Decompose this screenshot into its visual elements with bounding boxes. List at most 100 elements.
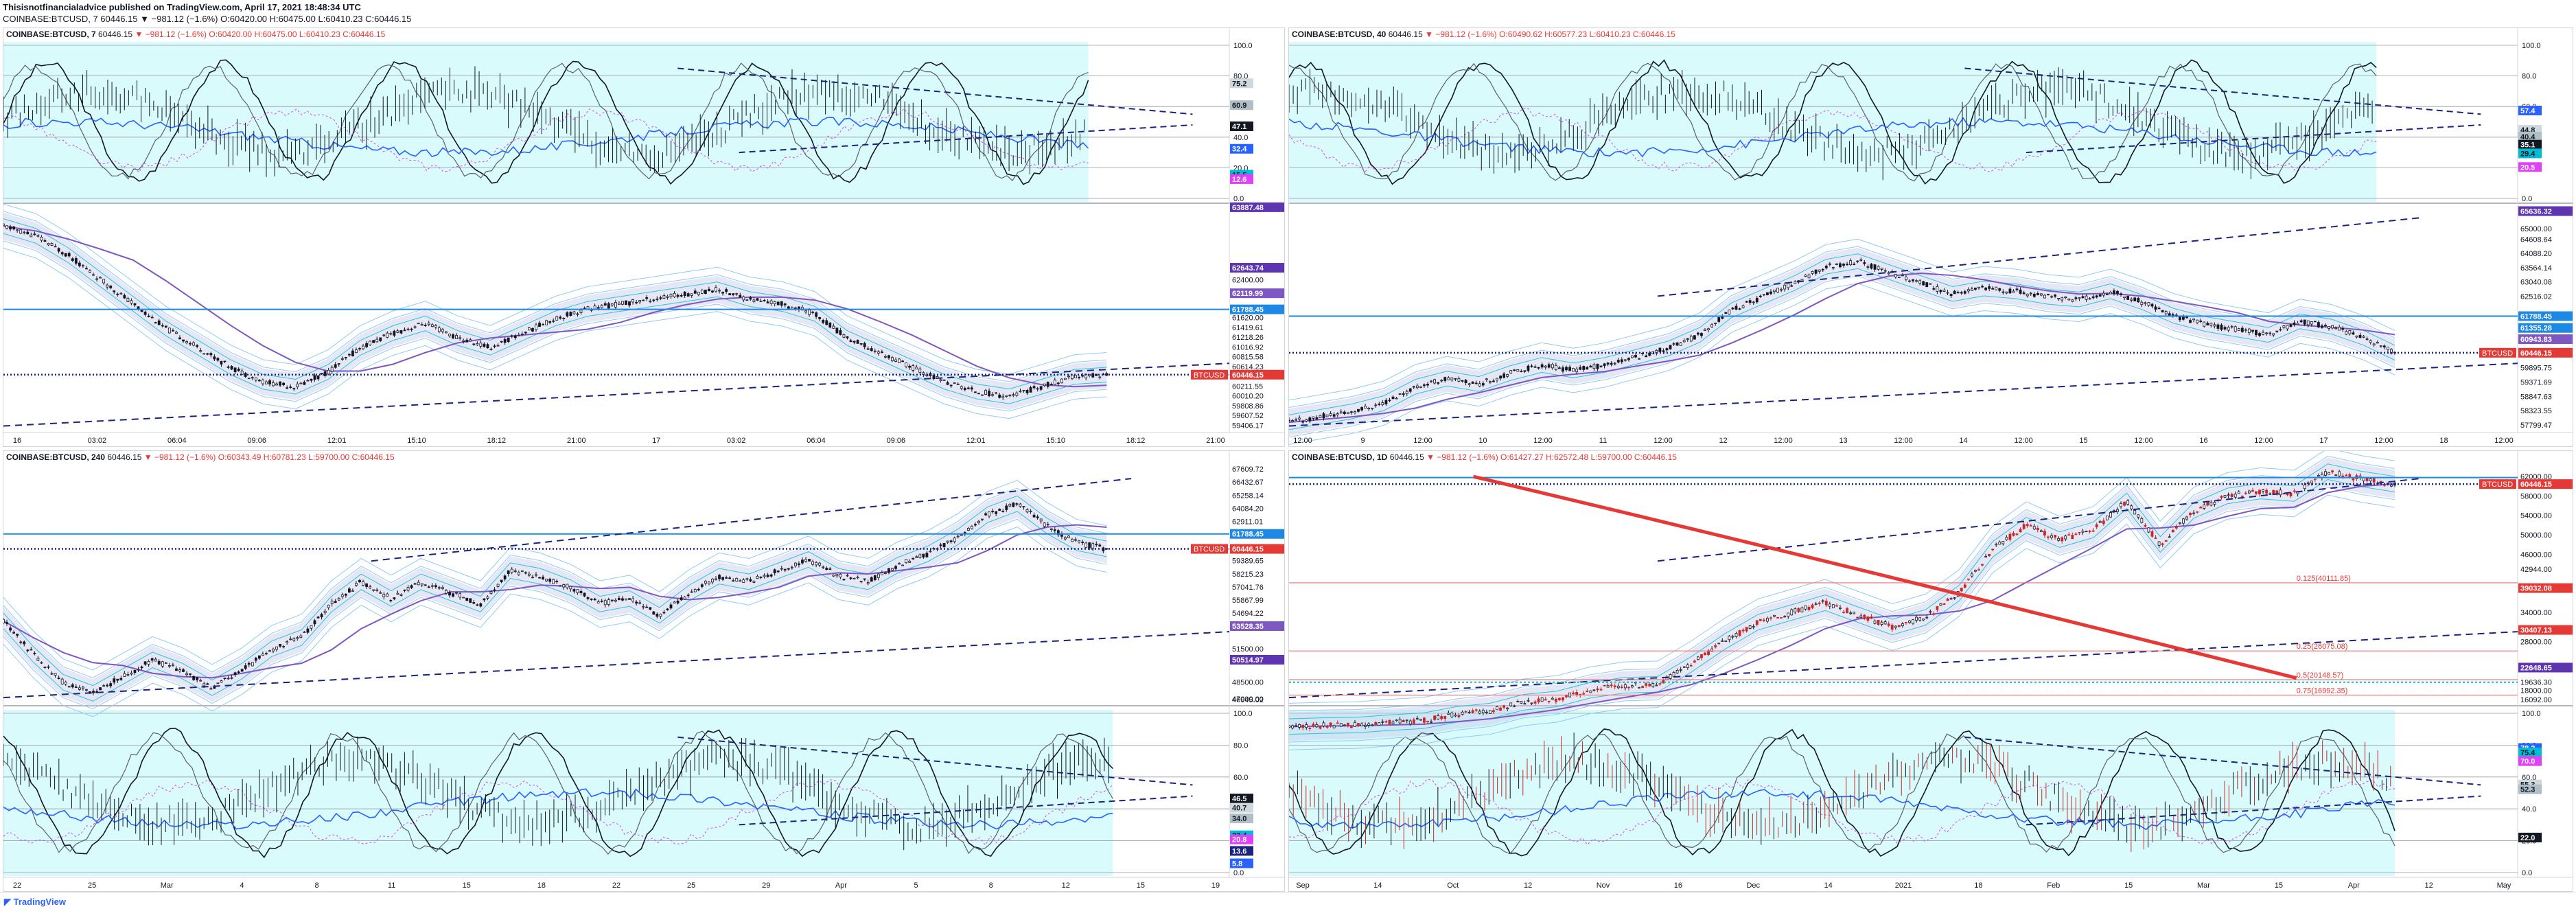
price-candle-body (635, 301, 638, 303)
price-candle-body (1704, 329, 1706, 331)
price-candle-body (1704, 652, 1706, 656)
price-candle-body (542, 577, 544, 579)
price-candle-body (113, 290, 116, 292)
price-tick-label: 61355.28 (2520, 325, 2552, 333)
price-candle-body (2286, 494, 2289, 496)
price-candle-body (2157, 308, 2161, 310)
price-candle-body (1357, 408, 1360, 412)
price-candle-body (1724, 641, 1728, 642)
price-candle-body (842, 579, 846, 581)
price-candle-body (282, 645, 286, 647)
price-candle-body (434, 325, 437, 327)
price-candle-body (697, 588, 700, 590)
price-tick-label: 63887.48 (1232, 204, 1264, 212)
price-candle-body (257, 655, 261, 659)
price-candle-body (835, 327, 839, 334)
price-candle-body (949, 384, 953, 387)
price-candle-body (984, 390, 987, 395)
price-candle-body (790, 566, 793, 568)
price-candle-body (1769, 617, 1772, 619)
chart-panel-7min[interactable]: COINBASE:BTCUSD, 7 60446.15 ▼ −981.12 (−… (3, 27, 1285, 447)
price-candle-body (808, 559, 811, 562)
price-candle-body (998, 394, 1001, 398)
price-tick-label: 18000.00 (2520, 687, 2552, 695)
time-tick-label: 12:00 (2494, 437, 2514, 445)
price-candle-body (704, 581, 707, 584)
price-candle-body (918, 554, 922, 558)
price-candle-body (704, 290, 707, 295)
chart-panel-40min[interactable]: COINBASE:BTCUSD, 40 60446.15 ▼ −981.12 (… (1288, 27, 2573, 447)
price-candle-body (2289, 324, 2293, 327)
price-candle-body (143, 312, 147, 315)
price-candle-body (555, 316, 559, 321)
price-candle-body (185, 341, 188, 343)
chart-panel-1d[interactable]: COINBASE:BTCUSD, 1D 60446.15 ▼ −981.12 (… (1288, 450, 2573, 892)
price-candle-body (2057, 538, 2061, 541)
price-candle-body (1645, 355, 1648, 358)
price-candle-body (1415, 385, 1419, 389)
price-candle-body (1995, 286, 1998, 290)
time-tick-label: Apr (835, 881, 847, 890)
price-candle-body (2247, 490, 2251, 494)
time-tick-label: 16 (13, 437, 21, 445)
price-candle-body (2012, 533, 2015, 536)
time-tick-label: 09:06 (887, 437, 906, 445)
price-candle-body (1759, 619, 1762, 621)
price-candle-body (1863, 262, 1866, 264)
tradingview-logo[interactable]: ◤ TradingView (4, 893, 66, 911)
price-candle-body (756, 298, 759, 301)
price-candle-body (344, 594, 347, 596)
price-candle-body (669, 604, 673, 609)
price-candle-body (1305, 724, 1308, 728)
price-candle-body (81, 687, 84, 689)
price-candle-body (2390, 485, 2393, 487)
price-candle-body (1870, 264, 1873, 269)
price-candle-body (386, 332, 389, 338)
price-candle-body (2251, 330, 2254, 332)
price-candle-body (137, 306, 140, 309)
chart-panel-240min[interactable]: COINBASE:BTCUSD, 240 60446.15 ▼ −981.12 … (3, 450, 1285, 892)
time-tick-label: 11 (1599, 437, 1607, 445)
chart-canvas[interactable]: 100.080.060.040.020.00.075.260.947.132.4… (3, 28, 1285, 447)
price-candle-body (1496, 378, 1498, 380)
price-candle-body (275, 646, 278, 650)
price-candle-body (406, 587, 410, 591)
chart-canvas[interactable]: 100.080.060.040.020.00.057.444.840.435.1… (1289, 28, 2573, 447)
price-candle-body (1839, 263, 1842, 268)
price-candle-body (1301, 725, 1305, 728)
price-candle-body (310, 378, 313, 381)
price-candle-body (1824, 266, 1828, 268)
price-candle-body (880, 573, 883, 575)
price-candle-body (1492, 710, 1495, 713)
price-candle-body (898, 358, 901, 363)
price-candle-body (2189, 320, 2192, 323)
price-candle-body (2144, 302, 2147, 304)
price-candle-body (54, 246, 57, 248)
price-candle-body (2057, 297, 2061, 299)
price-candle-body (559, 316, 562, 319)
price-candle-body (1631, 355, 1634, 358)
price-candle-body (465, 597, 469, 601)
price-candle-body (953, 382, 956, 384)
price-candle-body (828, 568, 832, 570)
price-candle-body (2154, 306, 2157, 310)
price-candle-body (1315, 724, 1319, 728)
price-candle-body (1005, 395, 1008, 397)
price-candle-body (1731, 308, 1734, 310)
price-candle-body (2355, 335, 2358, 338)
price-candle-body (233, 367, 237, 373)
chart-canvas[interactable]: 100.080.060.040.020.00.078.275.470.055.3… (1289, 451, 2573, 892)
price-candle-body (1081, 542, 1084, 543)
price-candle-body (2008, 533, 2012, 540)
price-candle-body (500, 579, 503, 583)
price-candle-body (918, 368, 922, 373)
price-candle-body (1461, 711, 1464, 715)
price-candle-body (1877, 266, 1880, 270)
chart-canvas[interactable]: 100.080.060.040.020.00.046.540.734.023.4… (3, 451, 1285, 892)
price-candle-body (520, 334, 524, 335)
price-candle-body (884, 356, 887, 358)
price-candle-body (2015, 288, 2019, 290)
price-candle-body (133, 669, 137, 673)
price-candle-body (1922, 281, 1925, 286)
price-candle-body (2345, 474, 2348, 476)
